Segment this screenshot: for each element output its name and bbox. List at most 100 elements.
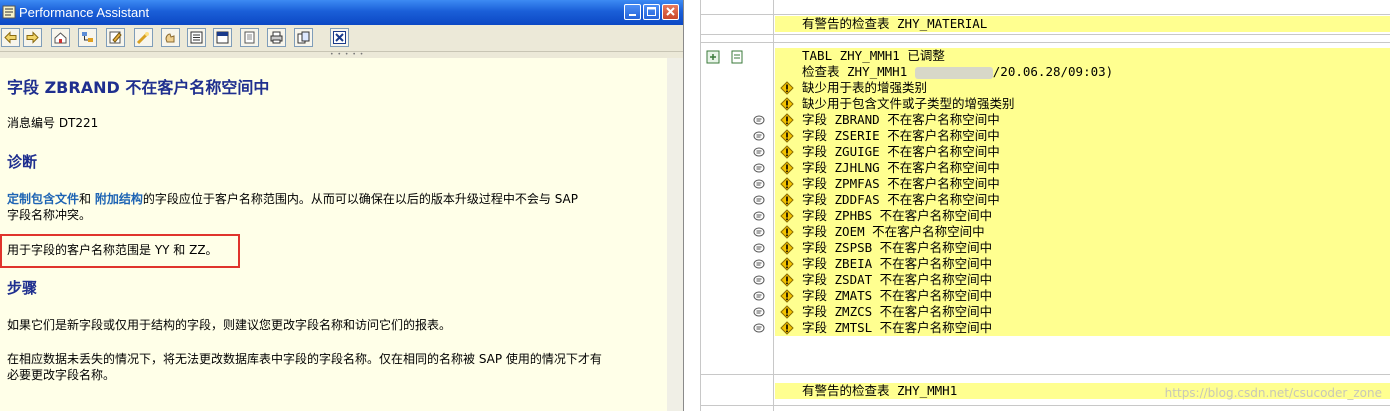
diag-line2-text: 字段名称冲突。 [7,208,92,222]
book-icon[interactable] [187,28,206,47]
check-line: 检查表 ZHY_MMH1 /20.06.28/09:03) [802,64,1113,80]
link-custom-include[interactable]: 定制包含文件 [7,192,79,206]
warning-row[interactable]: 字段 ZJHLNG 不在客户名称空间中 [775,160,1390,176]
warning-row[interactable]: 字段 ZPMFAS 不在客户名称空间中 [775,176,1390,192]
warning-row[interactable]: 字段 ZSPSB 不在客户名称空间中 [775,240,1390,256]
row-divider [700,374,1390,375]
row-divider [700,34,1390,35]
warning-text: 字段 ZDDFAS 不在客户名称空间中 [802,192,1000,207]
warning-row[interactable]: 字段 ZPHBS 不在客户名称空间中 [775,208,1390,224]
structure-icon[interactable] [78,28,97,47]
warning-icon [780,97,794,111]
warning-row[interactable]: 字段 ZSDAT 不在客户名称空间中 [775,272,1390,288]
exit-icon[interactable] [330,28,349,47]
steps-paragraph-1: 如果它们是新字段或仅用于结构的字段，则建议您更改字段名称和访问它们的报表。 [7,318,452,332]
warning-text: 缺少用于包含文件或子类型的增强类别 [802,96,1015,111]
performance-assistant-window: Performance Assistant • • • • • 字段 ZBRAN… [0,0,684,411]
long-text-icon[interactable] [753,259,765,270]
warning-icon [780,257,794,271]
warning-icon [780,241,794,255]
warning-row[interactable]: 字段 ZMZCS 不在客户名称空间中 [775,304,1390,320]
diagnosis-paragraph: 定制包含文件和 附加结构的字段应位于客户名称范围内。从而可以确保在以后的版本升级… [7,191,578,223]
home-icon[interactable] [51,28,70,47]
long-text-icon[interactable] [753,163,765,174]
long-text-icon[interactable] [753,115,765,126]
warning-text: 字段 ZJHLNG 不在客户名称空间中 [802,160,1000,175]
hand-icon[interactable] [161,28,180,47]
long-text-icon[interactable] [753,131,765,142]
diag-and-text: 和 [79,192,92,206]
copy-icon[interactable] [294,28,313,47]
section-steps: 步骤 [7,279,38,297]
warning-text: 字段 ZGUIGE 不在客户名称空间中 [802,144,1000,159]
long-text-icon[interactable] [753,243,765,254]
warning-icon [780,129,794,143]
warning-icon [780,305,794,319]
help-content: 字段 ZBRAND 不在客户名称空间中 消息编号 DT221 诊断 定制包含文件… [0,58,683,411]
long-text-icon[interactable] [753,291,765,302]
long-text-icon[interactable] [753,323,765,334]
warning-text: 字段 ZOEM 不在客户名称空间中 [802,224,985,239]
message-number: 消息编号 DT221 [7,116,99,130]
warning-row[interactable]: 字段 ZBRAND 不在客户名称空间中 [775,112,1390,128]
warning-text: 字段 ZPMFAS 不在客户名称空间中 [802,176,1000,191]
redacted-block [914,66,993,79]
warning-row[interactable]: 字段 ZOEM 不在客户名称空间中 [775,224,1390,240]
warning-row[interactable]: 缺少用于表的增强类别 [775,80,1390,96]
long-text-icon[interactable] [753,307,765,318]
warning-text: 字段 ZBRAND 不在客户名称空间中 [802,112,1000,127]
warning-icon [780,225,794,239]
warning-row[interactable]: 字段 ZBEIA 不在客户名称空间中 [775,256,1390,272]
document-icon[interactable] [730,50,745,64]
minimize-button[interactable] [624,4,641,20]
warning-row[interactable]: 缺少用于包含文件或子类型的增强类别 [775,96,1390,112]
long-text-icon[interactable] [753,227,765,238]
print-preview-icon[interactable] [240,28,259,47]
long-text-icon[interactable] [753,211,765,222]
watermark: https://blog.csdn.net/csucoder_zone [1164,386,1382,400]
warning-row[interactable]: 字段 ZMATS 不在客户名称空间中 [775,288,1390,304]
highlight-box [0,234,240,268]
edit-icon[interactable] [106,28,125,47]
warning-text: 字段 ZSERIE 不在客户名称空间中 [802,128,1000,143]
close-window-button[interactable] [662,4,679,20]
back-icon[interactable] [1,28,20,47]
window-title: Performance Assistant [19,5,150,20]
check-line-suffix: /20.06.28/09:03) [992,64,1114,79]
warning-row[interactable]: 字段 ZMTSL 不在客户名称空间中 [775,320,1390,336]
long-text-icon[interactable] [753,147,765,158]
find-icon[interactable] [134,28,153,47]
bookmark-icon[interactable] [213,28,232,47]
warning-text: 字段 ZBEIA 不在客户名称空间中 [802,256,993,271]
maximize-button[interactable] [643,4,660,20]
tabl-line: TABL ZHY_MMH1 已调整 [802,48,945,63]
warning-row[interactable]: 字段 ZDDFAS 不在客户名称空间中 [775,192,1390,208]
column-divider [773,0,774,411]
expand-tree-icon[interactable] [706,50,721,64]
log-header-bottom: 有警告的检查表 ZHY_MMH1 [802,383,958,398]
warning-icon [780,161,794,175]
vertical-scrollbar[interactable] [667,58,683,411]
warning-icon [780,193,794,207]
long-text-icon[interactable] [753,179,765,190]
forward-icon[interactable] [23,28,42,47]
warning-row[interactable]: 字段 ZGUIGE 不在客户名称空间中 [775,144,1390,160]
section-diagnosis: 诊断 [7,153,38,171]
page-title: 字段 ZBRAND 不在客户名称空间中 [7,78,270,97]
warning-text: 字段 ZSPSB 不在客户名称空间中 [802,240,993,255]
warning-text: 字段 ZPHBS 不在客户名称空间中 [802,208,993,223]
warning-icon [780,81,794,95]
long-text-icon[interactable] [753,275,765,286]
log-header-top: 有警告的检查表 ZHY_MATERIAL [802,16,988,31]
warning-icon [780,321,794,335]
window-titlebar[interactable]: Performance Assistant [0,0,683,25]
diag-rest-text: 的字段应位于客户名称范围内。从而可以确保在以后的版本升级过程中不会与 SAP [142,192,578,206]
check-log-panel: 有警告的检查表 ZHY_MATERIAL TABL ZHY_MMH1 已调整 检… [690,0,1390,411]
check-line-prefix: 检查表 ZHY_MMH1 [802,64,908,79]
warning-icon [780,289,794,303]
warning-text: 字段 ZMZCS 不在客户名称空间中 [802,304,993,319]
long-text-icon[interactable] [753,195,765,206]
warning-row[interactable]: 字段 ZSERIE 不在客户名称空间中 [775,128,1390,144]
print-icon[interactable] [267,28,286,47]
link-append-structure[interactable]: 附加结构 [95,192,143,206]
